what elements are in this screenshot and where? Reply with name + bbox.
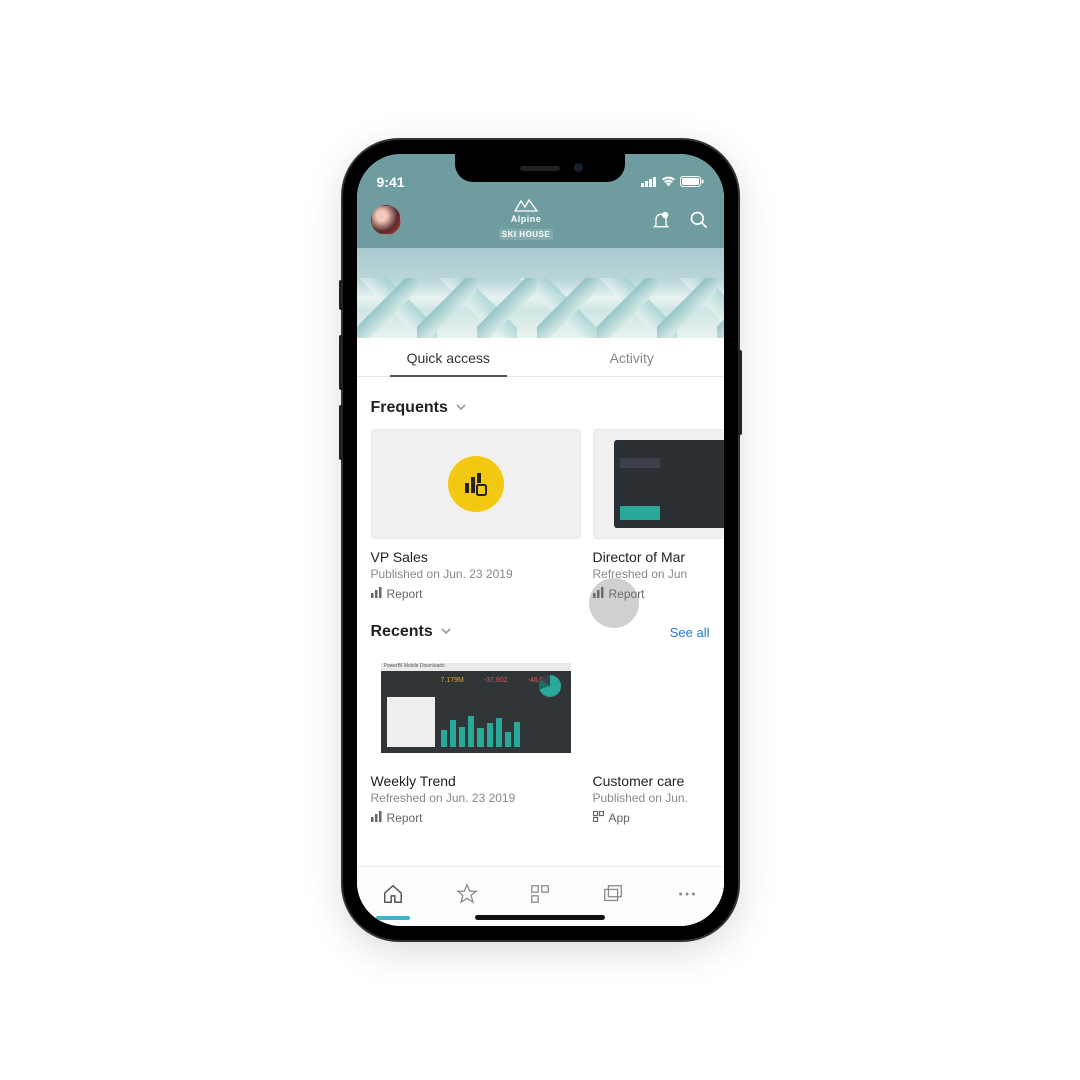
chevron-down-icon [456, 402, 466, 414]
card-director-marketing[interactable]: 0.7 Director of Mar Refreshed on Jun Rep… [593, 429, 724, 601]
search-icon[interactable] [689, 210, 709, 230]
powerbi-icon [448, 456, 504, 512]
card-weekly-trend[interactable]: PowerBI Mobile Downloads 7.179M -37,902 … [371, 653, 581, 825]
nav-apps[interactable] [529, 883, 551, 910]
tab-activity[interactable]: Activity [540, 338, 724, 376]
notifications-icon[interactable] [651, 210, 671, 230]
frequents-label: Frequents [371, 399, 448, 417]
nav-workspaces[interactable] [602, 883, 624, 910]
card-type-label: App [609, 811, 630, 825]
see-all-link[interactable]: See all [670, 625, 710, 640]
phone-frame: 9:41 Alpine SKI HOUSE [343, 140, 738, 940]
card-title: Customer care [593, 773, 724, 789]
brand-line1: Alpine [499, 214, 554, 224]
frequents-row[interactable]: VP Sales Published on Jun. 23 2019 Repor… [371, 429, 710, 601]
nav-home[interactable] [382, 883, 404, 910]
brand-logo: Alpine SKI HOUSE [499, 198, 554, 242]
notch [455, 154, 625, 182]
card-type: Report [371, 587, 581, 601]
card-type: Report [371, 811, 581, 825]
card-vp-sales[interactable]: VP Sales Published on Jun. 23 2019 Repor… [371, 429, 581, 601]
screen: 9:41 Alpine SKI HOUSE [357, 154, 724, 926]
volume-down-button [339, 405, 343, 460]
recents-row[interactable]: PowerBI Mobile Downloads 7.179M -37,902 … [371, 653, 710, 825]
power-button [738, 350, 742, 435]
card-thumb: 0.7 [593, 429, 724, 539]
card-sub: Published on Jun. [593, 791, 724, 805]
touch-indicator [589, 578, 639, 628]
battery-icon [680, 174, 704, 190]
report-icon [371, 811, 382, 825]
wifi-icon [661, 174, 676, 190]
mountain-icon [499, 198, 554, 214]
app-icon [593, 811, 604, 825]
recents-label: Recents [371, 623, 433, 641]
home-indicator[interactable] [475, 915, 605, 920]
stat-value: 7.179M [441, 677, 464, 684]
card-thumb: MI [593, 653, 724, 763]
thumb-title: PowerBI Mobile Downloads [381, 663, 571, 671]
tabs: Quick access Activity [357, 338, 724, 377]
avatar[interactable] [371, 205, 401, 235]
mute-switch [339, 280, 343, 310]
card-type-label: Report [387, 587, 423, 601]
frequents-title[interactable]: Frequents [371, 399, 466, 417]
chevron-down-icon [441, 626, 451, 638]
card-type: App [593, 811, 724, 825]
nav-more[interactable] [676, 883, 698, 910]
card-sub: Refreshed on Jun. 23 2019 [371, 791, 581, 805]
card-thumb: PowerBI Mobile Downloads 7.179M -37,902 … [371, 653, 581, 763]
status-time: 9:41 [377, 174, 405, 190]
card-title: Weekly Trend [371, 773, 581, 789]
hero-banner [357, 248, 724, 338]
card-title: VP Sales [371, 549, 581, 565]
card-title: Director of Mar [593, 549, 724, 565]
app-header: Alpine SKI HOUSE [357, 192, 724, 248]
signal-icon [641, 174, 657, 190]
content[interactable]: Frequents VP Sales Pu [357, 377, 724, 926]
card-thumb [371, 429, 581, 539]
volume-up-button [339, 335, 343, 390]
card-sub: Published on Jun. 23 2019 [371, 567, 581, 581]
tab-quick-access[interactable]: Quick access [357, 338, 541, 376]
card-type-label: Report [387, 811, 423, 825]
report-icon [371, 587, 382, 601]
stat-value: -37,902 [484, 677, 508, 684]
nav-favorites[interactable] [456, 883, 478, 910]
card-customer-care[interactable]: MI Customer care Published on Jun. App [593, 653, 724, 825]
brand-line2: SKI HOUSE [499, 229, 554, 240]
recents-title[interactable]: Recents [371, 623, 451, 641]
